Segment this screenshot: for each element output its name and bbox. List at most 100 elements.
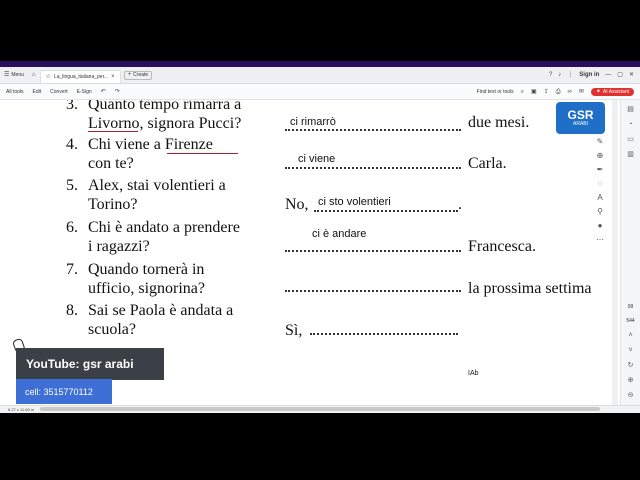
question-text: Quando tornerà in bbox=[88, 261, 205, 278]
toolbar-right: Find text or tools ⌕ ▣ ⇪ ⎙ ∞ ✉ ✦ AI Assi… bbox=[477, 87, 640, 96]
quick-tools-rail: ✎ ⊕ ✒ ◌ A ⚲ ● ⋯ bbox=[590, 100, 610, 405]
chevron-down-icon[interactable]: ˅ bbox=[628, 347, 632, 354]
red-underline bbox=[167, 153, 238, 154]
mail-icon[interactable]: ✉ bbox=[579, 89, 584, 95]
page-total: 544 bbox=[626, 318, 635, 324]
question-number: 6. bbox=[66, 219, 78, 236]
tail-4: Carla. bbox=[468, 155, 507, 172]
tail-3: due mesi. bbox=[468, 114, 530, 131]
all-tools-button[interactable]: All tools bbox=[6, 89, 24, 95]
menu-button[interactable]: ☰ Menu bbox=[0, 67, 28, 84]
prefix-8: Sì, bbox=[285, 322, 303, 339]
apps-icon[interactable]: ⋮ bbox=[567, 72, 573, 78]
vertical-scrollbar[interactable] bbox=[612, 100, 618, 405]
tail-7: la prossima settima bbox=[468, 280, 592, 297]
zoom-in-icon[interactable]: ⊕ bbox=[628, 377, 634, 384]
cell-banner: cell: 3515770112 bbox=[16, 379, 112, 404]
maximize-icon[interactable]: ▢ bbox=[617, 72, 623, 78]
close-icon[interactable]: × bbox=[111, 74, 115, 80]
question-text: Chi è andato a prendere bbox=[88, 219, 240, 236]
color-dot-icon[interactable]: ● bbox=[598, 222, 603, 230]
tail-6: Francesca. bbox=[468, 238, 536, 255]
tab-title: La_lingua_italiana_per... bbox=[53, 73, 109, 80]
answer-3: ci rimarrò bbox=[290, 116, 336, 128]
star-icon: ☆ bbox=[45, 73, 51, 80]
answer-4: ci viene bbox=[298, 153, 336, 165]
question-4-line1: 4. Chi viene a Firenze bbox=[66, 135, 213, 155]
create-label: Create bbox=[133, 72, 149, 78]
undo-icon[interactable]: ↶ bbox=[101, 89, 106, 95]
comments-icon[interactable]: ◔ bbox=[628, 121, 632, 128]
question-7-line2: ufficio, signorina? bbox=[88, 280, 206, 297]
tabbar-right: ? ♪ ⋮ Sign in — ▢ ✕ bbox=[549, 67, 640, 84]
answer-line-6 bbox=[285, 250, 461, 252]
plus-icon: + bbox=[127, 72, 132, 78]
document-tab[interactable]: ☆ La_lingua_italiana_per... × bbox=[39, 69, 121, 83]
right-sidebar: ▤ ◔ ▭ ▥ 99 544 ˄ ˅ ↻ ⊕ ⊖ bbox=[620, 100, 640, 405]
print-icon[interactable]: ⎙ bbox=[556, 89, 561, 95]
bookmark-icon[interactable]: ▭ bbox=[627, 136, 634, 143]
question-text: Quanto tempo rimarrà a bbox=[88, 100, 242, 113]
sign-in-button[interactable]: Sign in bbox=[579, 72, 599, 78]
zoom-out-icon[interactable]: ⊖ bbox=[628, 392, 634, 399]
horizontal-scrollbar[interactable] bbox=[40, 407, 600, 411]
pdf-viewer-window: ☰ Menu ⌂ ☆ La_lingua_italiana_per... × +… bbox=[0, 67, 640, 413]
sparkle-icon: ✦ bbox=[595, 88, 601, 95]
text-box-icon[interactable]: A bbox=[597, 194, 602, 202]
answer-5: ci sto volentieri bbox=[318, 196, 391, 208]
question-number: 7. bbox=[66, 261, 78, 278]
page-current[interactable]: 99 bbox=[628, 304, 634, 310]
tail-5: . bbox=[458, 196, 462, 213]
question-6-line1: 6. Chi è andato a prendere bbox=[66, 218, 240, 238]
ai-assistant-label: AI Assistant bbox=[602, 88, 629, 95]
convert-button[interactable]: Convert bbox=[50, 89, 68, 95]
pages-icon[interactable]: ▥ bbox=[627, 151, 634, 158]
question-8-line2: scuola? bbox=[88, 321, 136, 338]
question-number: 4. bbox=[66, 136, 78, 153]
answer-line-3 bbox=[285, 129, 461, 131]
question-number: 3. bbox=[66, 100, 78, 113]
page-size: 8.27 x 11.69 in bbox=[8, 407, 34, 412]
text-cursor: IAb bbox=[468, 370, 479, 377]
panel-icon[interactable]: ▤ bbox=[627, 106, 634, 113]
create-button[interactable]: + Create bbox=[123, 70, 153, 80]
logo-sub: ARABI bbox=[572, 121, 588, 127]
help-icon[interactable]: ? bbox=[549, 72, 552, 78]
prefix-5: No, bbox=[285, 196, 309, 213]
ai-assistant-button[interactable]: ✦ AI Assistant bbox=[590, 87, 634, 96]
redo-icon[interactable]: ↷ bbox=[115, 89, 120, 95]
find-text-field[interactable]: Find text or tools bbox=[477, 89, 514, 95]
esign-button[interactable]: E-Sign bbox=[77, 89, 92, 95]
minimize-icon[interactable]: — bbox=[605, 72, 611, 78]
red-underline bbox=[88, 131, 138, 132]
zoom-icon[interactable]: ⊕ bbox=[597, 152, 604, 160]
question-6-line2: i ragazzi? bbox=[88, 238, 150, 255]
tab-bar: ☰ Menu ⌂ ☆ La_lingua_italiana_per... × +… bbox=[0, 67, 640, 84]
link-icon[interactable]: ∞ bbox=[568, 89, 572, 95]
stamp-icon[interactable]: ⚲ bbox=[597, 208, 603, 216]
answer-line-7 bbox=[285, 290, 461, 292]
search-icon[interactable]: ⌕ bbox=[521, 89, 524, 95]
home-button[interactable]: ⌂ bbox=[28, 67, 40, 84]
close-window-icon[interactable]: ✕ bbox=[629, 72, 634, 78]
answer-line-8 bbox=[310, 333, 458, 335]
refresh-icon[interactable]: ↻ bbox=[628, 362, 634, 369]
chevron-up-icon[interactable]: ˄ bbox=[628, 332, 632, 339]
comment-icon[interactable]: ✎ bbox=[597, 138, 604, 146]
youtube-banner: YouTube: gsr arabi bbox=[16, 348, 164, 380]
answer-line-5 bbox=[314, 210, 458, 212]
upload-icon[interactable]: ⇪ bbox=[544, 89, 549, 95]
more-icon[interactable]: ⋯ bbox=[596, 236, 604, 244]
question-3-line1: 3. Quanto tempo rimarrà a bbox=[66, 100, 241, 115]
pen-icon[interactable]: ✒ bbox=[597, 166, 604, 174]
answer-line-4 bbox=[285, 167, 461, 169]
menu-label: Menu bbox=[11, 72, 24, 78]
question-8-line1: 8. Sai se Paola è andata a bbox=[66, 301, 233, 321]
toolbar: All tools Edit Convert E-Sign ↶ ↷ Find t… bbox=[0, 84, 640, 100]
home-icon: ⌂ bbox=[31, 72, 36, 78]
lasso-icon[interactable]: ◌ bbox=[598, 180, 603, 188]
save-icon[interactable]: ▣ bbox=[531, 89, 537, 95]
edit-button[interactable]: Edit bbox=[33, 89, 42, 95]
answer-6: ci è andare bbox=[312, 228, 367, 240]
bell-icon[interactable]: ♪ bbox=[558, 72, 561, 78]
